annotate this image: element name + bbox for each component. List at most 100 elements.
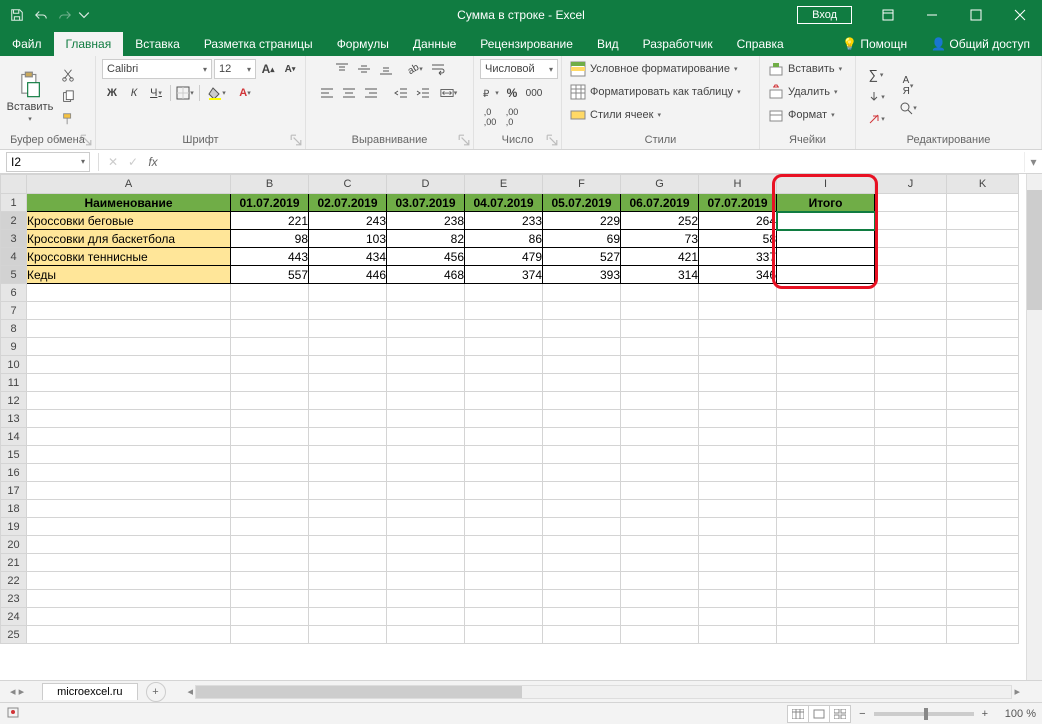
cell[interactable]	[777, 446, 875, 464]
cell[interactable]	[543, 482, 621, 500]
cell[interactable]	[875, 302, 947, 320]
cell[interactable]	[387, 374, 465, 392]
row-header[interactable]: 4	[1, 248, 27, 266]
cell[interactable]	[309, 608, 387, 626]
delete-cells-button[interactable]: Удалить ▾	[766, 82, 840, 102]
cell[interactable]	[387, 428, 465, 446]
cell[interactable]: 02.07.2019	[309, 194, 387, 212]
cell[interactable]	[27, 572, 231, 590]
cell[interactable]	[699, 554, 777, 572]
cell[interactable]	[231, 392, 309, 410]
col-header[interactable]: F	[543, 175, 621, 194]
cell[interactable]	[947, 248, 1019, 266]
cell[interactable]	[777, 554, 875, 572]
cell[interactable]	[621, 320, 699, 338]
undo-icon[interactable]	[30, 4, 52, 26]
row-header[interactable]: 14	[1, 428, 27, 446]
align-center-icon[interactable]	[339, 83, 359, 103]
cell[interactable]	[27, 356, 231, 374]
col-header[interactable]: G	[621, 175, 699, 194]
col-header[interactable]: K	[947, 175, 1019, 194]
cell[interactable]: 434	[309, 248, 387, 266]
cell[interactable]	[621, 536, 699, 554]
close-icon[interactable]	[998, 0, 1042, 30]
cell[interactable]	[309, 410, 387, 428]
cell[interactable]: 243	[309, 212, 387, 230]
cut-icon[interactable]	[58, 65, 78, 85]
cell[interactable]	[309, 482, 387, 500]
cell[interactable]	[699, 536, 777, 554]
cell[interactable]	[465, 500, 543, 518]
cell[interactable]	[231, 428, 309, 446]
zoom-level[interactable]: 100 %	[996, 708, 1036, 720]
row-header[interactable]: 15	[1, 446, 27, 464]
cell[interactable]	[947, 500, 1019, 518]
row-header[interactable]: 10	[1, 356, 27, 374]
dialog-launcher-icon[interactable]	[80, 134, 92, 146]
cell[interactable]: 527	[543, 248, 621, 266]
cell[interactable]: 314	[621, 266, 699, 284]
cell[interactable]	[699, 428, 777, 446]
row-header[interactable]: 23	[1, 590, 27, 608]
cell[interactable]: 69	[543, 230, 621, 248]
cell[interactable]	[875, 284, 947, 302]
autosum-icon[interactable]: ∑▾	[862, 65, 890, 85]
increase-font-icon[interactable]: A▴	[258, 59, 278, 79]
cell[interactable]	[543, 320, 621, 338]
cell[interactable]	[309, 446, 387, 464]
cell[interactable]	[947, 338, 1019, 356]
cell[interactable]	[699, 446, 777, 464]
tell-me[interactable]: 💡 Помощн	[830, 32, 919, 56]
cell[interactable]	[621, 374, 699, 392]
cell[interactable]: 443	[231, 248, 309, 266]
cell[interactable]	[875, 626, 947, 644]
cell[interactable]	[621, 572, 699, 590]
cell-styles-button[interactable]: Стили ячеек ▾	[568, 105, 663, 125]
cell[interactable]	[309, 284, 387, 302]
cell[interactable]	[387, 590, 465, 608]
cell[interactable]	[543, 554, 621, 572]
cell[interactable]	[947, 608, 1019, 626]
conditional-formatting-button[interactable]: Условное форматирование ▾	[568, 59, 739, 79]
percent-format-icon[interactable]: %	[502, 83, 522, 103]
dialog-launcher-icon[interactable]	[290, 134, 302, 146]
cell[interactable]	[465, 410, 543, 428]
cell[interactable]	[777, 266, 875, 284]
cell[interactable]	[947, 482, 1019, 500]
cell[interactable]	[699, 572, 777, 590]
cell[interactable]	[27, 284, 231, 302]
cell[interactable]: 05.07.2019	[543, 194, 621, 212]
cell[interactable]	[543, 356, 621, 374]
format-as-table-button[interactable]: Форматировать как таблицу ▾	[568, 82, 743, 102]
ribbon-options-icon[interactable]	[866, 0, 910, 30]
tab-review[interactable]: Рецензирование	[468, 32, 585, 56]
col-header[interactable]: H	[699, 175, 777, 194]
copy-icon[interactable]	[58, 87, 78, 107]
cell[interactable]	[465, 392, 543, 410]
cell[interactable]	[621, 590, 699, 608]
row-header[interactable]: 20	[1, 536, 27, 554]
cell[interactable]	[947, 536, 1019, 554]
cell[interactable]	[231, 446, 309, 464]
cell[interactable]: 06.07.2019	[621, 194, 699, 212]
cell[interactable]	[387, 410, 465, 428]
cell[interactable]: 98	[231, 230, 309, 248]
cell[interactable]	[543, 338, 621, 356]
cell[interactable]	[875, 536, 947, 554]
cell[interactable]: Кеды	[27, 266, 231, 284]
cell[interactable]	[387, 464, 465, 482]
cell[interactable]	[621, 338, 699, 356]
cell[interactable]	[231, 626, 309, 644]
row-header[interactable]: 8	[1, 320, 27, 338]
increase-indent-icon[interactable]	[413, 83, 433, 103]
cell[interactable]	[947, 572, 1019, 590]
formula-input[interactable]	[163, 152, 1024, 172]
cell[interactable]	[387, 536, 465, 554]
cell[interactable]	[309, 356, 387, 374]
cell[interactable]	[875, 374, 947, 392]
cell[interactable]	[621, 410, 699, 428]
cell[interactable]: 82	[387, 230, 465, 248]
cell[interactable]	[387, 500, 465, 518]
row-header[interactable]: 19	[1, 518, 27, 536]
cell[interactable]	[231, 356, 309, 374]
